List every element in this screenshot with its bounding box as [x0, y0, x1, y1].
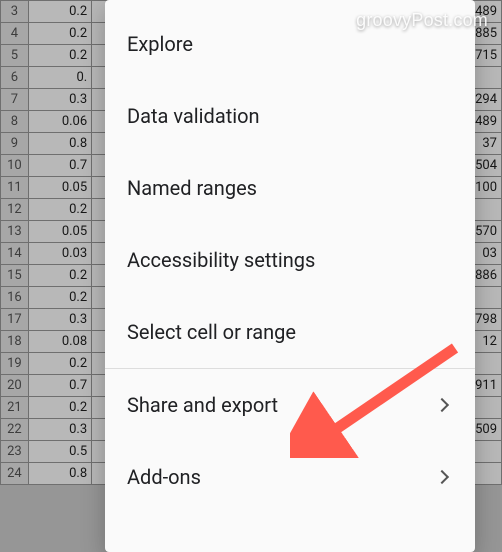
row-header: 15	[1, 265, 29, 287]
row-header: 21	[1, 397, 29, 419]
cell[interactable]: 0.08	[28, 331, 91, 353]
row-header: 14	[1, 243, 29, 265]
cell[interactable]: 0.	[28, 67, 91, 89]
context-menu: Explore Data validation Named ranges Acc…	[105, 0, 475, 552]
cell[interactable]: 0.2	[28, 199, 91, 221]
row-header: 17	[1, 309, 29, 331]
row-header: 20	[1, 375, 29, 397]
menu-item-select-cell-or-range[interactable]: Select cell or range	[105, 296, 475, 368]
cell[interactable]: 0.05	[28, 221, 91, 243]
row-header: 9	[1, 133, 29, 155]
row-header: 22	[1, 419, 29, 441]
row-header: 13	[1, 221, 29, 243]
row-header: 19	[1, 353, 29, 375]
cell[interactable]: 0.2	[28, 1, 91, 23]
cell[interactable]: 0.3	[28, 419, 91, 441]
chevron-right-icon	[435, 398, 449, 412]
row-header: 23	[1, 441, 29, 463]
menu-item-label: Data validation	[127, 104, 260, 128]
row-header: 11	[1, 177, 29, 199]
menu-item-data-validation[interactable]: Data validation	[105, 80, 475, 152]
cell[interactable]: 0.8	[28, 463, 91, 485]
cell[interactable]: 0.7	[28, 155, 91, 177]
cell[interactable]: 0.7	[28, 375, 91, 397]
cell[interactable]: 0.2	[28, 353, 91, 375]
watermark: groovyPost.com	[356, 10, 488, 31]
row-header: 3	[1, 1, 29, 23]
menu-item-label: Share and export	[127, 393, 278, 417]
cell[interactable]: 0.8	[28, 133, 91, 155]
row-header: 18	[1, 331, 29, 353]
cell[interactable]: 0.3	[28, 309, 91, 331]
row-header: 10	[1, 155, 29, 177]
cell[interactable]: 0.2	[28, 23, 91, 45]
menu-item-label: Explore	[127, 32, 193, 56]
menu-item-share-and-export[interactable]: Share and export	[105, 369, 475, 441]
row-header: 4	[1, 23, 29, 45]
menu-item-accessibility-settings[interactable]: Accessibility settings	[105, 224, 475, 296]
menu-item-label: Select cell or range	[127, 320, 296, 344]
cell[interactable]: 0.3	[28, 89, 91, 111]
menu-item-named-ranges[interactable]: Named ranges	[105, 152, 475, 224]
cell[interactable]: 0.5	[28, 441, 91, 463]
menu-item-add-ons[interactable]: Add-ons	[105, 441, 475, 513]
row-header: 8	[1, 111, 29, 133]
row-header: 5	[1, 45, 29, 67]
row-header: 7	[1, 89, 29, 111]
menu-item-label: Accessibility settings	[127, 248, 315, 272]
cell[interactable]: 0.06	[28, 111, 91, 133]
menu-item-label: Named ranges	[127, 176, 257, 200]
cell[interactable]: 0.2	[28, 45, 91, 67]
chevron-right-icon	[435, 470, 449, 484]
cell[interactable]: 0.2	[28, 397, 91, 419]
row-header: 12	[1, 199, 29, 221]
cell[interactable]: 0.05	[28, 177, 91, 199]
cell[interactable]: 0.03	[28, 243, 91, 265]
cell[interactable]: 0.2	[28, 287, 91, 309]
menu-item-label: Add-ons	[127, 465, 201, 489]
row-header: 6	[1, 67, 29, 89]
row-header: 16	[1, 287, 29, 309]
cell[interactable]: 0.2	[28, 265, 91, 287]
row-header: 24	[1, 463, 29, 485]
